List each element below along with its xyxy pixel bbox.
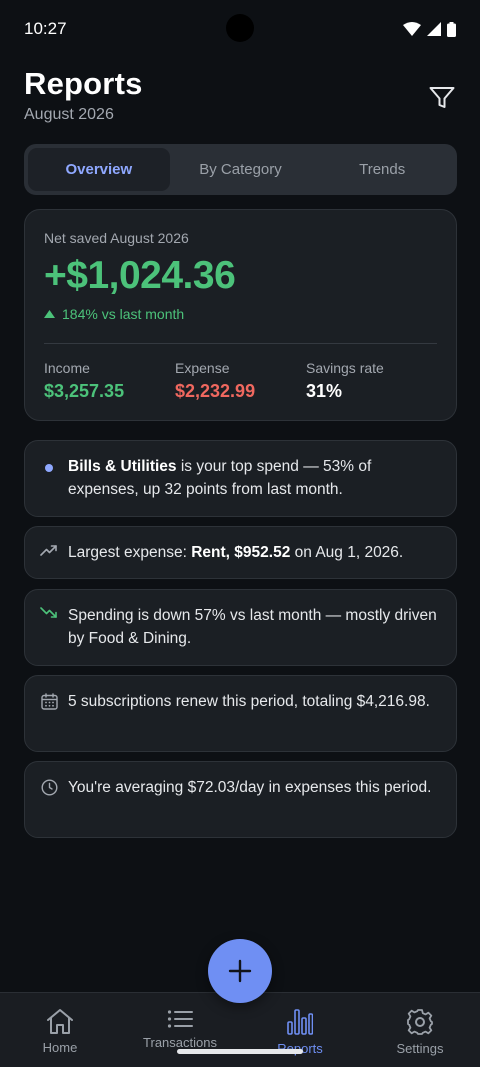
home-indicator bbox=[177, 1049, 303, 1054]
insight-text: You're averaging $72.03/day in expenses … bbox=[68, 779, 432, 796]
insight-text: 5 subscriptions renew this period, total… bbox=[68, 693, 430, 710]
stat-income-value: $3,257.35 bbox=[44, 381, 125, 401]
wifi-icon bbox=[403, 22, 421, 36]
clock-icon bbox=[40, 779, 58, 796]
add-transaction-button[interactable] bbox=[208, 939, 272, 1003]
dot-icon bbox=[45, 464, 53, 472]
divider bbox=[44, 343, 437, 344]
page-header: Reports August 2026 bbox=[24, 66, 456, 128]
net-saved-value: +$1,024.36 bbox=[44, 254, 236, 297]
bar-chart-icon bbox=[287, 1009, 313, 1035]
net-saved-label: Net saved August 2026 bbox=[44, 230, 189, 246]
stat-income: Income $3,257.35 bbox=[44, 360, 175, 402]
nav-reports[interactable]: Reports bbox=[240, 993, 360, 1067]
nav-home[interactable]: Home bbox=[0, 993, 120, 1067]
tab-by-category[interactable]: By Category bbox=[170, 148, 312, 191]
nav-home-label: Home bbox=[42, 1040, 78, 1055]
triangle-up-icon bbox=[44, 310, 55, 318]
insight-largest-expense[interactable]: Largest expense: Rent, $952.52 on Aug 1,… bbox=[24, 526, 457, 579]
page-subtitle: August 2026 bbox=[24, 106, 114, 123]
stat-savings-rate-value: 31% bbox=[306, 381, 343, 401]
insight-text: Bills & Utilities is your top spend — 53… bbox=[68, 458, 372, 498]
stat-savings-rate: Savings rate 31% bbox=[306, 360, 437, 402]
insight-text: Largest expense: Rent, $952.52 on Aug 1,… bbox=[68, 544, 404, 561]
page-title: Reports bbox=[24, 66, 143, 101]
home-icon bbox=[47, 1009, 73, 1034]
status-time: 10:27 bbox=[24, 19, 67, 38]
filter-icon bbox=[429, 87, 455, 108]
battery-icon bbox=[447, 21, 456, 37]
signal-icon bbox=[427, 22, 441, 36]
bottom-navigation: Home Transactions Reports Settings bbox=[0, 992, 480, 1067]
calendar-icon bbox=[40, 693, 58, 710]
stat-expense-label: Expense bbox=[175, 360, 230, 376]
stat-savings-rate-label: Savings rate bbox=[306, 360, 384, 376]
report-tabs: Overview By Category Trends bbox=[24, 144, 457, 195]
plus-icon bbox=[228, 959, 252, 983]
filter-button[interactable] bbox=[428, 84, 456, 112]
net-delta-text: 184% vs last month bbox=[62, 306, 185, 322]
stat-income-label: Income bbox=[44, 360, 90, 376]
camera-cutout bbox=[226, 14, 254, 42]
insight-top-spend[interactable]: Bills & Utilities is your top spend — 53… bbox=[24, 440, 457, 517]
nav-transactions[interactable]: Transactions bbox=[120, 993, 240, 1067]
net-saved-card: Net saved August 2026 +$1,024.36 184% vs… bbox=[24, 209, 457, 421]
nav-settings[interactable]: Settings bbox=[360, 993, 480, 1067]
insight-spending-down[interactable]: Spending is down 57% vs last month — mos… bbox=[24, 589, 457, 666]
trending-down-icon bbox=[40, 607, 57, 618]
list-icon bbox=[167, 1010, 193, 1028]
nav-settings-label: Settings bbox=[396, 1041, 444, 1056]
tab-trends[interactable]: Trends bbox=[311, 148, 453, 191]
trending-up-icon bbox=[40, 545, 57, 556]
stat-expense: Expense $2,232.99 bbox=[175, 360, 306, 402]
tab-overview[interactable]: Overview bbox=[28, 148, 170, 191]
nav-transactions-label: Transactions bbox=[143, 1035, 217, 1050]
stat-expense-value: $2,232.99 bbox=[175, 381, 256, 401]
insight-daily-average[interactable]: You're averaging $72.03/day in expenses … bbox=[24, 761, 457, 838]
insight-text: Spending is down 57% vs last month — mos… bbox=[68, 607, 437, 647]
net-delta: 184% vs last month bbox=[44, 306, 437, 322]
insight-subscriptions[interactable]: 5 subscriptions renew this period, total… bbox=[24, 675, 457, 752]
summary-stats: Income $3,257.35 Expense $2,232.99 Savin… bbox=[44, 360, 437, 402]
status-icons bbox=[403, 21, 456, 37]
gear-icon bbox=[407, 1009, 433, 1035]
